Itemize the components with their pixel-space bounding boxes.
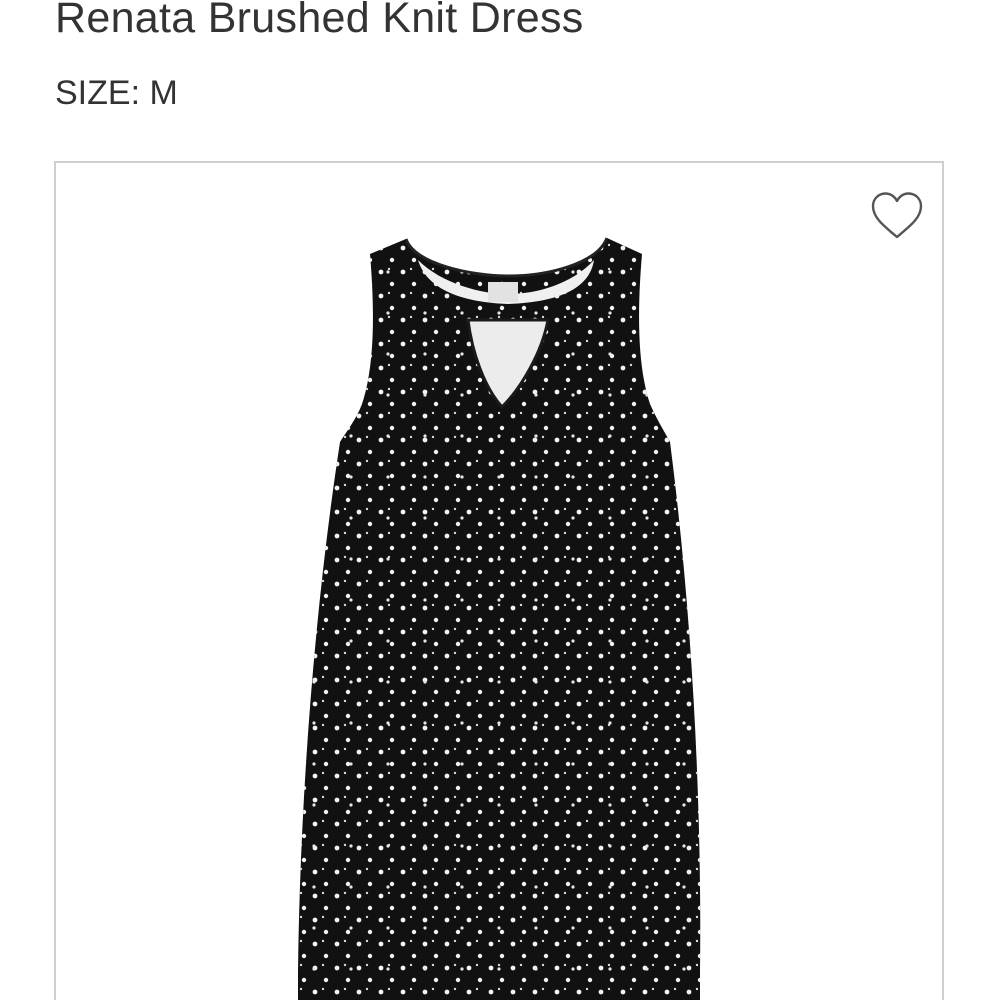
- favorite-button[interactable]: [870, 191, 924, 241]
- product-size: SIZE: M: [55, 74, 178, 112]
- product-title: Renata Brushed Knit Dress: [55, 0, 584, 42]
- dress-label: [488, 282, 518, 302]
- product-page: Renata Brushed Knit Dress SIZE: M: [0, 0, 1000, 1000]
- dress-photo: [298, 237, 701, 1000]
- heart-icon: [871, 192, 923, 239]
- product-image-card[interactable]: [54, 161, 944, 1000]
